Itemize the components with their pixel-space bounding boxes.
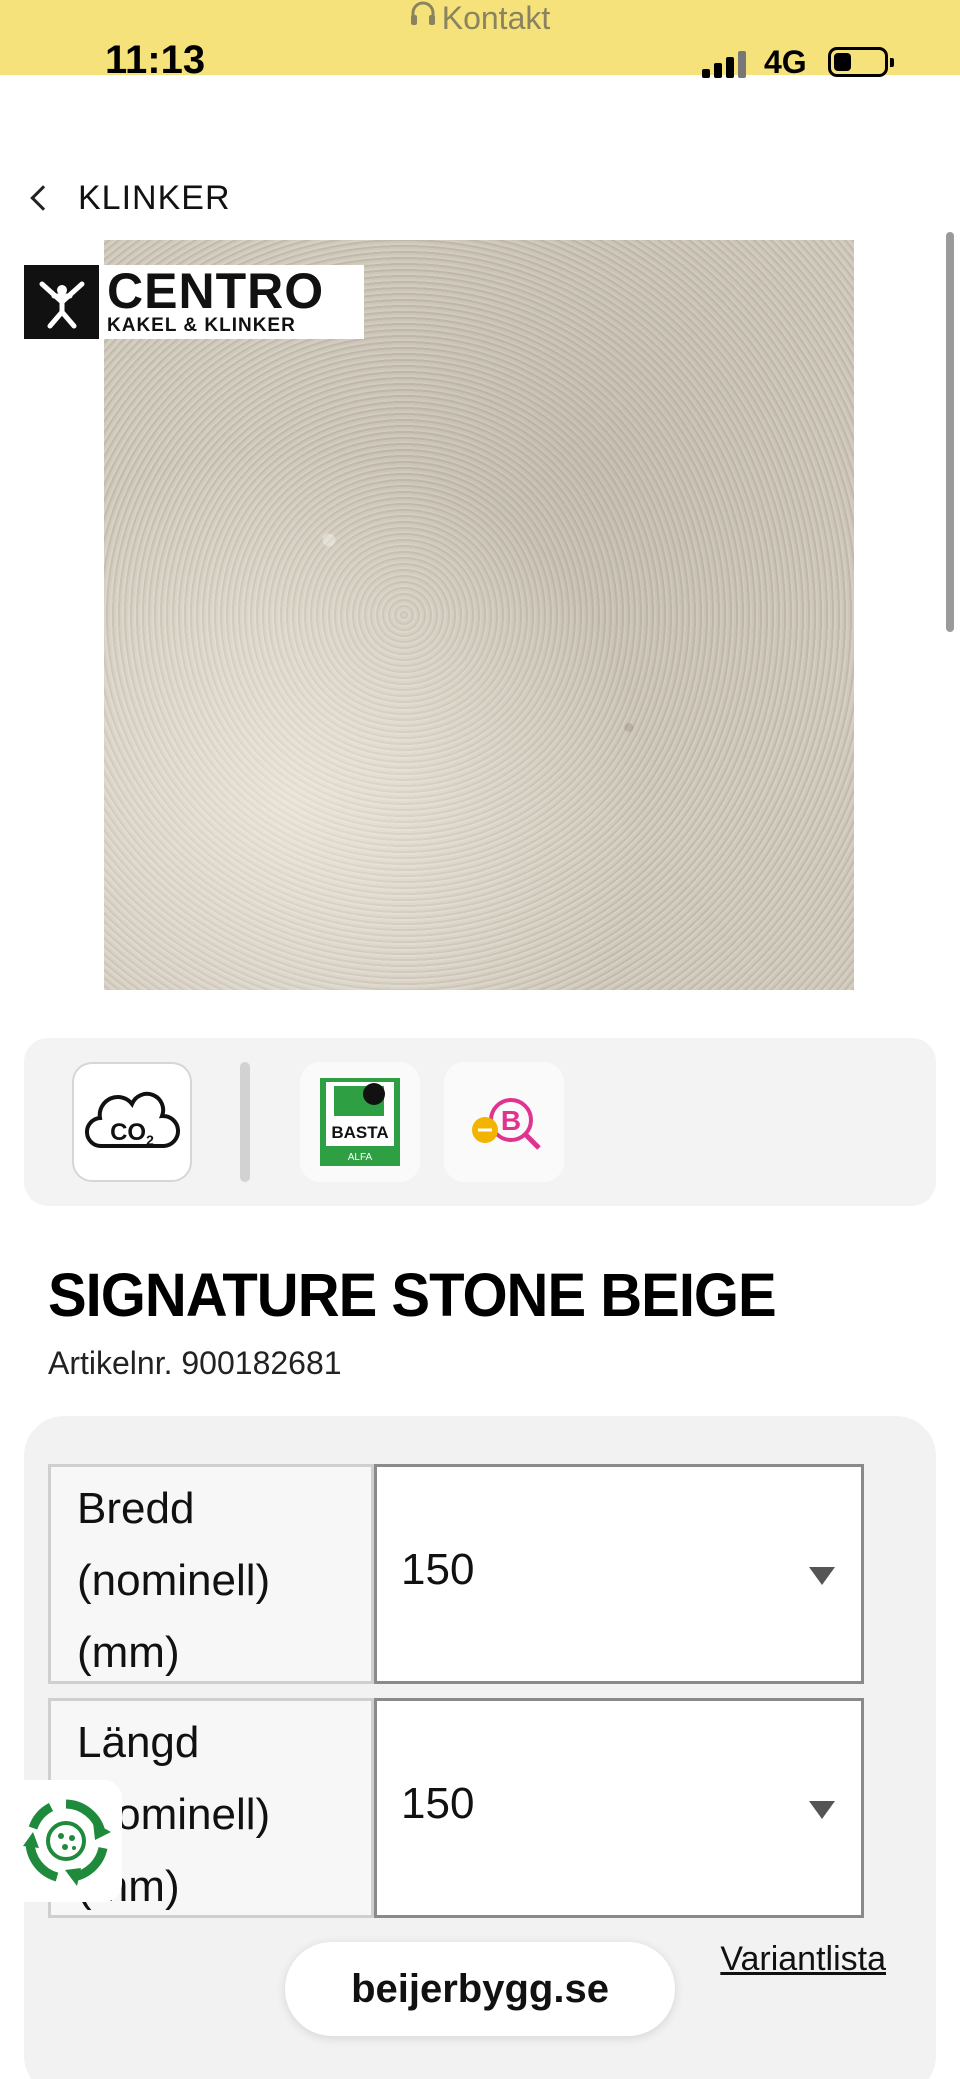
battery-icon (828, 47, 894, 77)
brand-logo: CENTRO KAKEL & KLINKER (24, 265, 364, 339)
variant-row-length: Längd (nominell) (mm) 150 (48, 1698, 864, 1918)
basta-badge[interactable]: BASTA ALFA (300, 1062, 420, 1182)
dropdown-arrow-icon (809, 1801, 835, 1819)
co2-badge[interactable]: CO2 (72, 1062, 192, 1182)
svg-text:ALFA: ALFA (348, 1152, 373, 1163)
length-select-value: 150 (401, 1779, 475, 1828)
svg-text:BASTA: BASTA (331, 1123, 388, 1142)
brand-mark-icon (24, 265, 99, 339)
article-number: Artikelnr. 900182681 (48, 1345, 342, 1381)
contact-label: Kontakt (441, 0, 551, 36)
recycle-button[interactable] (10, 1780, 122, 1902)
width-select-value: 150 (401, 1545, 475, 1594)
basta-logo-icon: BASTA ALFA (320, 1078, 400, 1166)
variant-label: Bredd (nominell) (mm) (48, 1464, 374, 1684)
chevron-left-icon (30, 185, 56, 211)
contact-link[interactable]: Kontakt (0, 0, 960, 36)
url-bar[interactable]: beijerbygg.se (285, 1942, 675, 2036)
clock: 11:13 (105, 38, 206, 82)
width-select[interactable]: 150 (374, 1464, 864, 1684)
variant-list-link[interactable]: Variantlista (720, 1940, 886, 1979)
dropdown-arrow-icon (809, 1567, 835, 1585)
cert-divider (240, 1062, 250, 1182)
svg-text:B: B (501, 1105, 521, 1136)
back-link[interactable]: KLINKER (26, 176, 231, 220)
back-label: KLINKER (78, 178, 231, 217)
network-type: 4G (764, 44, 807, 80)
certification-panel: CO2 BASTA ALFA B (24, 1038, 936, 1206)
variant-row-width: Bredd (nominell) (mm) 150 (48, 1464, 864, 1684)
recycle-icon (23, 1799, 111, 1886)
byggvarubedomningen-icon: B (472, 1098, 541, 1150)
status-bar: Kontakt 11:13 4G (0, 0, 960, 82)
brand-name: CENTRO (107, 263, 325, 319)
brand-tagline: KAKEL & KLINKER (107, 315, 296, 336)
headset-icon (410, 0, 436, 36)
product-title: SIGNATURE STONE BEIGE (48, 1261, 777, 1330)
signal-icon (702, 48, 750, 78)
byggvarubedomningen-badge[interactable]: B (444, 1062, 564, 1182)
product-image[interactable] (104, 240, 854, 990)
scrollbar[interactable] (946, 232, 954, 632)
co2-cloud-icon: CO2 (84, 1091, 180, 1149)
length-select[interactable]: 150 (374, 1698, 864, 1918)
